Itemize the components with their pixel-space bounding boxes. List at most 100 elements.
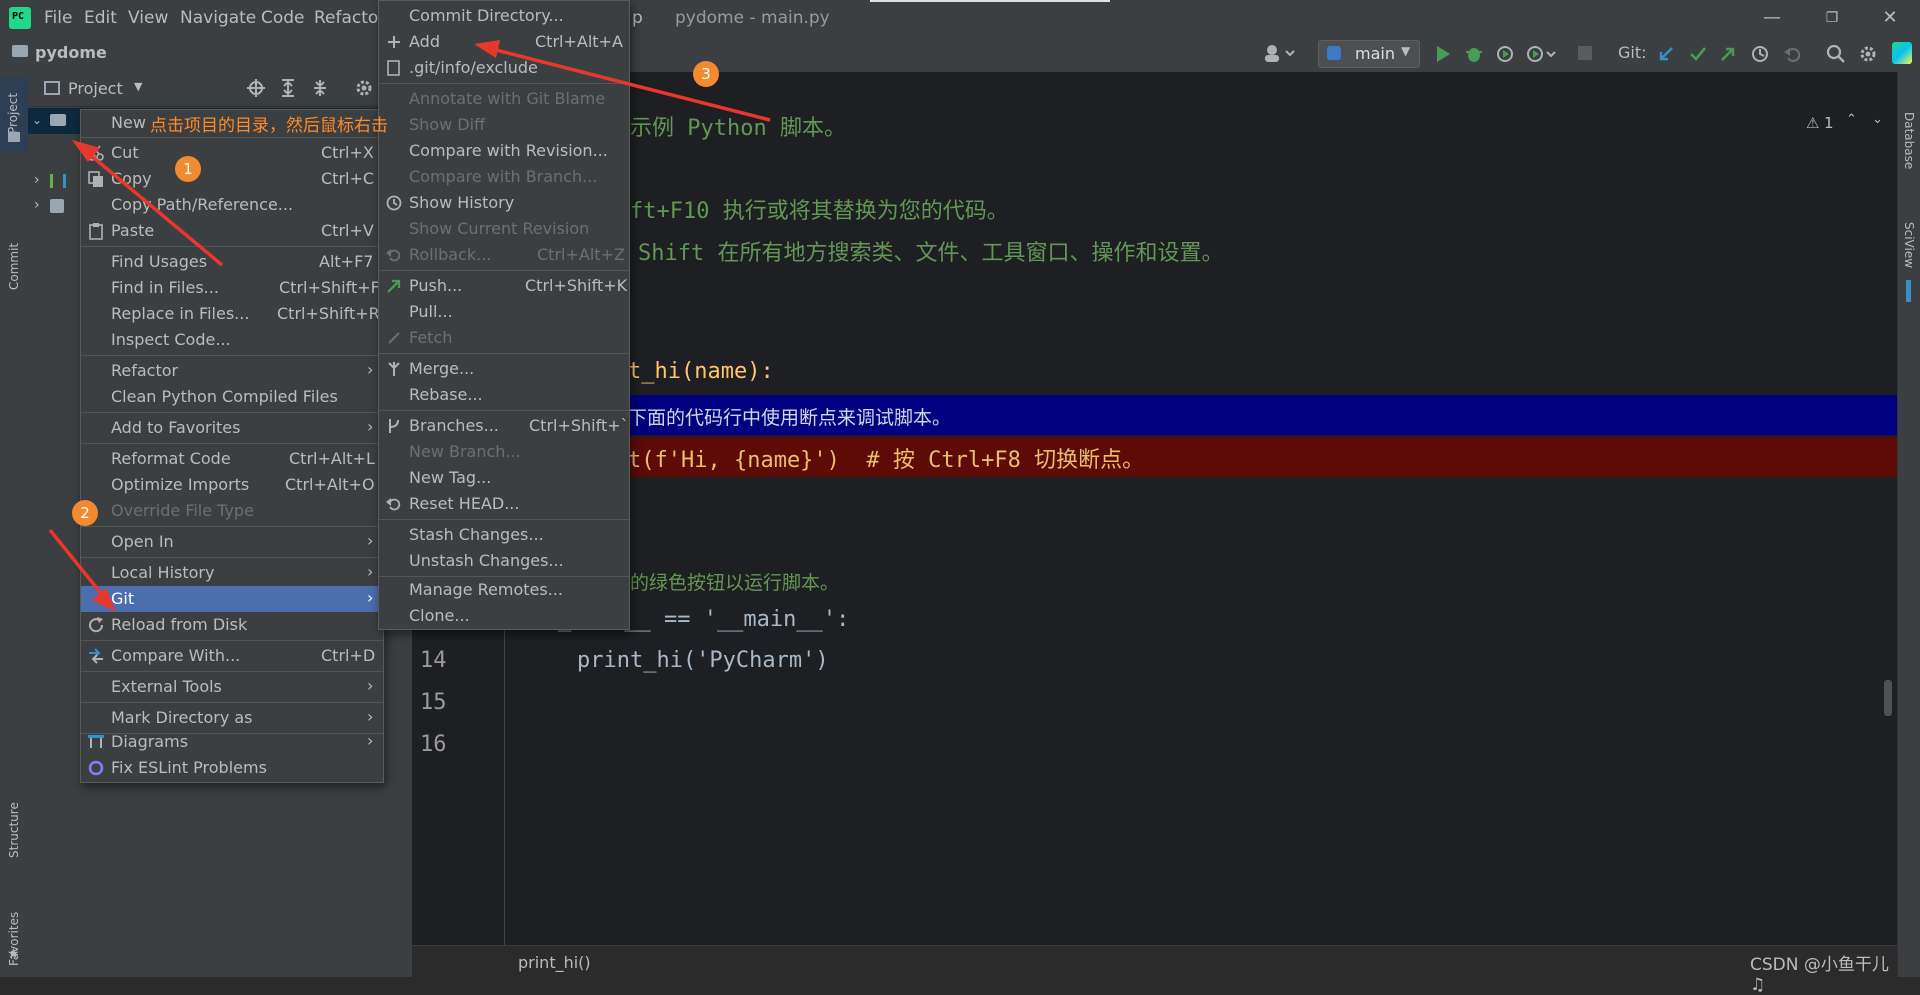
project-folder-icon xyxy=(8,132,20,142)
menu-navigate[interactable]: Navigate xyxy=(180,8,256,28)
cut-icon xyxy=(87,144,105,162)
menu-item-compare-with[interactable]: Compare With... Ctrl+D xyxy=(81,643,383,669)
git-item-exclude[interactable]: .git/info/exclude xyxy=(379,55,629,81)
coverage-icon[interactable] xyxy=(1495,44,1515,64)
database-tool-tab[interactable]: Database xyxy=(1898,82,1920,182)
project-view-label[interactable]: Project xyxy=(68,79,123,98)
prev-highlight-icon[interactable]: ⌃ xyxy=(1846,112,1857,127)
git-item-manage-remotes[interactable]: Manage Remotes... xyxy=(379,577,629,603)
menu-item-cut[interactable]: Cut Ctrl+X xyxy=(81,140,383,166)
chevron-down-icon[interactable]: ⌄ xyxy=(32,113,42,127)
chevron-down-icon[interactable]: ▼ xyxy=(134,80,142,93)
next-highlight-icon[interactable]: ⌄ xyxy=(1872,112,1883,127)
menu-item-find-in-files[interactable]: Find in Files... Ctrl+Shift+F xyxy=(81,275,383,301)
reset-icon xyxy=(385,495,403,513)
git-submenu: Commit Directory... Add Ctrl+Alt+A .git/i… xyxy=(378,0,630,630)
menu-item-open-in[interactable]: Open In › xyxy=(81,529,383,555)
settings-gear-icon[interactable] xyxy=(1858,44,1878,64)
menu-item-replace-in-files[interactable]: Replace in Files... Ctrl+Shift+R xyxy=(81,301,383,327)
git-item-commit-directory[interactable]: Commit Directory... xyxy=(379,3,629,29)
profile-icon[interactable] xyxy=(1525,44,1559,64)
menu-code[interactable]: Code xyxy=(261,8,305,28)
navigation-bar: pydome main ▼ Git: xyxy=(0,36,1920,73)
user-icon[interactable] xyxy=(1262,42,1296,64)
chevron-right-icon[interactable]: › xyxy=(34,197,40,213)
git-item-annotate: Annotate with Git Blame xyxy=(409,89,606,108)
chevron-right-icon: › xyxy=(367,588,374,607)
menu-item-clean-compiled[interactable]: Clean Python Compiled Files xyxy=(81,384,383,410)
structure-tool-tab[interactable]: Structure xyxy=(0,772,28,892)
warning-count[interactable]: 1 xyxy=(1824,114,1834,132)
git-item-new-branch: New Branch... xyxy=(409,442,521,461)
menu-item-git[interactable]: Git › xyxy=(81,586,383,612)
git-item-rollback: Rollback... Ctrl+Alt+Z xyxy=(379,242,629,268)
menu-help-partial[interactable]: p xyxy=(632,8,643,28)
collapse-all-icon[interactable] xyxy=(310,78,330,98)
menu-item-mark-directory[interactable]: Mark Directory as › xyxy=(81,705,383,731)
breadcrumb-function[interactable]: print_hi() xyxy=(518,953,591,972)
run-config-label: main xyxy=(1355,44,1395,63)
rollback-toolbar-icon[interactable] xyxy=(1782,44,1802,64)
menu-file[interactable]: File xyxy=(44,8,72,28)
minimize-button[interactable]: — xyxy=(1752,4,1792,32)
git-item-show-history[interactable]: Show History xyxy=(379,190,629,216)
git-item-merge[interactable]: Merge... xyxy=(379,356,629,382)
breadcrumb-project[interactable]: pydome xyxy=(35,43,107,62)
toolbox-icon[interactable] xyxy=(1892,42,1912,64)
git-item-branches[interactable]: Branches... Ctrl+Shift+` xyxy=(379,413,629,439)
git-item-compare-revision[interactable]: Compare with Revision... xyxy=(379,138,629,164)
menu-item-optimize-imports[interactable]: Optimize Imports Ctrl+Alt+O xyxy=(81,472,383,498)
stop-icon[interactable] xyxy=(1578,46,1592,60)
menu-view[interactable]: View xyxy=(128,8,168,28)
git-item-pull[interactable]: Pull... xyxy=(379,299,629,325)
git-item-stash[interactable]: Stash Changes... xyxy=(379,522,629,548)
menu-edit[interactable]: Edit xyxy=(84,8,117,28)
close-button[interactable]: ✕ xyxy=(1870,4,1910,32)
locate-icon[interactable] xyxy=(246,78,266,98)
git-item-rebase[interactable]: Rebase... xyxy=(379,382,629,408)
search-icon[interactable] xyxy=(1826,44,1846,64)
annotation-badge-1: 1 xyxy=(175,156,201,182)
git-item-unstash[interactable]: Unstash Changes... xyxy=(379,548,629,574)
menu-item-external-tools[interactable]: External Tools › xyxy=(81,674,383,700)
git-update-icon[interactable] xyxy=(1656,44,1676,64)
editor-scrollbar[interactable] xyxy=(1884,680,1892,716)
run-icon[interactable] xyxy=(1434,44,1452,64)
menu-item-reload-from-disk[interactable]: Reload from Disk xyxy=(81,612,383,638)
sciview-tool-tab[interactable]: SciView xyxy=(1898,192,1920,292)
git-item-reset-head[interactable]: Reset HEAD... xyxy=(379,491,629,517)
menu-item-paste[interactable]: Paste Ctrl+V xyxy=(81,218,383,244)
paste-icon xyxy=(87,222,105,240)
git-item-new-tag[interactable]: New Tag... xyxy=(379,465,629,491)
git-commit-icon[interactable] xyxy=(1688,44,1708,64)
warning-icon[interactable]: ⚠ xyxy=(1806,114,1819,132)
menu-refactor[interactable]: Refactor xyxy=(314,8,385,28)
chevron-right-icon[interactable]: › xyxy=(34,172,40,188)
git-item-clone[interactable]: Clone... xyxy=(379,603,629,629)
menu-item-fix-eslint[interactable]: Fix ESLint Problems xyxy=(81,755,383,781)
git-push-icon[interactable] xyxy=(1718,44,1738,64)
menu-item-inspect-code[interactable]: Inspect Code... xyxy=(81,327,383,353)
menu-item-local-history[interactable]: Local History › xyxy=(81,560,383,586)
database-tool-label: Database xyxy=(1902,112,1916,170)
fetch-icon xyxy=(385,329,403,347)
menu-item-copy-path[interactable]: Copy Path/Reference... xyxy=(81,192,383,218)
commit-tool-tab[interactable]: Commit xyxy=(0,162,28,290)
menu-item-find-usages[interactable]: Find Usages Alt+F7 xyxy=(81,249,383,275)
menu-item-reformat-code[interactable]: Reformat Code Ctrl+Alt+L xyxy=(81,446,383,472)
menu-item-diagrams[interactable]: Diagrams › xyxy=(81,729,383,755)
run-config-select[interactable]: main ▼ xyxy=(1318,40,1420,68)
expand-all-icon[interactable] xyxy=(278,78,298,98)
pycharm-logo-icon xyxy=(9,7,31,29)
code-line-14: print_hi('PyCharm') xyxy=(524,648,829,673)
panel-gear-icon[interactable] xyxy=(354,78,374,98)
git-item-add[interactable]: Add Ctrl+Alt+A xyxy=(379,29,629,55)
menu-item-override-file-type: Override File Type xyxy=(111,501,254,520)
menu-item-refactor[interactable]: Refactor › xyxy=(81,358,383,384)
git-item-push[interactable]: Push... Ctrl+Shift+K xyxy=(379,273,629,299)
menu-item-add-favorites[interactable]: Add to Favorites › xyxy=(81,415,383,441)
history-icon[interactable] xyxy=(1750,44,1770,64)
maximize-button[interactable]: ❐ xyxy=(1812,4,1852,32)
menu-item-copy[interactable]: Copy Ctrl+C xyxy=(81,166,383,192)
debug-icon[interactable] xyxy=(1464,44,1484,64)
